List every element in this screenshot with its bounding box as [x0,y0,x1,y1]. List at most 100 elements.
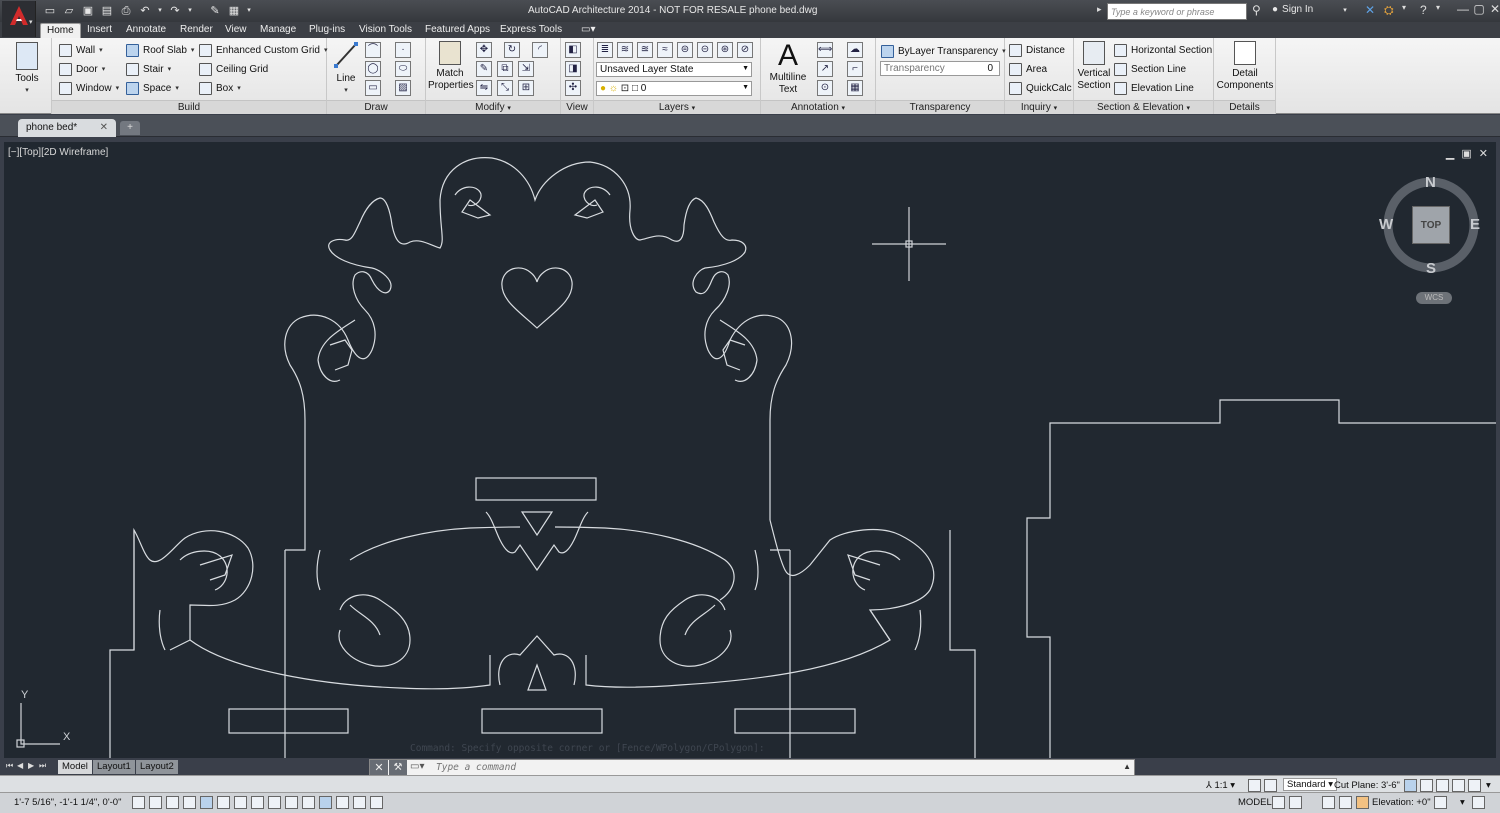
section-panel-title[interactable]: Section & Elevation ▾ [1074,100,1213,114]
build-panel-title[interactable]: Build [52,100,326,114]
quick-properties-icon[interactable] [336,796,349,809]
layers-panel-title[interactable]: Layers ▾ [594,100,760,114]
redo-icon[interactable]: ↷ [167,3,183,19]
close-icon[interactable]: ✕ [370,760,388,776]
scale-icon[interactable]: ⤡ [497,80,513,96]
quick-view-drawings-icon[interactable] [1289,796,1302,809]
viewcube-top-face[interactable]: TOP [1412,206,1450,244]
chevron-down-icon[interactable]: ▾ [1460,797,1465,808]
circle-icon[interactable]: ◯ [365,61,381,77]
search-input[interactable]: Type a keyword or phrase [1107,3,1247,20]
layer-off-icon[interactable]: ≋ [617,42,633,58]
tab-vision-tools[interactable]: Vision Tools [353,23,418,38]
annotation-scale[interactable]: ⅄ 1:1 ▾ [1206,780,1235,791]
infer-constraints-icon[interactable] [132,796,145,809]
box-button[interactable]: Box ▾ [199,80,241,96]
layer-previous-icon[interactable]: ⊘ [737,42,753,58]
compass-east[interactable]: E [1470,216,1480,233]
layout-tab-model[interactable]: Model [58,760,92,774]
isolate-objects-icon[interactable] [1468,779,1481,792]
view-cube-icon[interactable]: ◧ [565,42,581,58]
object-snap-tracking-icon[interactable] [251,796,264,809]
dynamic-input-icon[interactable] [285,796,298,809]
horizontal-section-button[interactable]: Horizontal Section [1114,42,1212,58]
details-panel-title[interactable]: Details [1214,100,1275,114]
wrench-icon[interactable]: ⚒ [389,760,407,776]
undo-icon[interactable]: ↶ [137,3,153,19]
workspace-icon[interactable]: ✎ [207,3,223,19]
layer-lock-icon[interactable]: ⊜ [677,42,693,58]
copy-icon[interactable]: ⧉ [497,61,513,77]
clean-screen-icon[interactable] [1472,796,1485,809]
elevation-line-button[interactable]: Elevation Line [1114,80,1194,96]
wcs-menu[interactable]: WCS [1416,292,1452,304]
next-layout-icon[interactable]: ▶ [28,761,36,773]
object-snap-icon[interactable] [217,796,230,809]
command-prompt-icon[interactable]: ▭▾ [410,761,424,772]
table-icon[interactable]: ▦ [847,80,863,96]
layout-tab-layout1[interactable]: Layout1 [93,760,135,774]
file-tab-phone-bed[interactable]: phone bed* ✕ [18,119,116,137]
lightbulb-icon[interactable] [1452,779,1465,792]
polar-tracking-icon[interactable] [200,796,213,809]
hatch-icon[interactable]: ▨ [395,80,411,96]
compass-west[interactable]: W [1379,216,1393,233]
dynamic-ucs-icon[interactable] [268,796,281,809]
customize-qat-icon[interactable]: ▾ [245,3,253,19]
restore-icon[interactable]: ▣ [1461,147,1471,160]
redo-dropdown-icon[interactable]: ▾ [186,3,194,19]
layer-state-select[interactable]: Unsaved Layer State ▼ [596,62,752,77]
modify-panel-title[interactable]: Modify ▾ [426,100,560,114]
surface-hatch-icon[interactable] [1404,779,1417,792]
annotation-monitor-icon[interactable] [370,796,383,809]
transparency-panel-title[interactable]: Transparency [876,100,1004,114]
roof-slab-button[interactable]: Roof Slab ▾ [126,42,194,58]
trim-icon[interactable]: ◜ [532,42,548,58]
annotation-panel-title[interactable]: Annotation ▾ [761,100,875,114]
tab-view[interactable]: View [219,23,253,38]
chevron-down-icon[interactable]: ▾ [1436,3,1440,12]
door-button[interactable]: Door ▾ [59,61,105,77]
match-properties-button[interactable]: Match Properties [428,41,474,92]
transparency-toggle-icon[interactable] [319,796,332,809]
area-button[interactable]: Area [1009,61,1047,77]
rectangle-icon[interactable]: ▭ [365,80,381,96]
snap-mode-icon[interactable] [149,796,162,809]
close-icon[interactable]: ✕ [1479,147,1488,160]
distance-button[interactable]: Distance [1009,42,1065,58]
tab-annotate[interactable]: Annotate [120,23,172,38]
command-input[interactable] [436,762,1116,773]
stair-button[interactable]: Stair ▾ [126,61,171,77]
application-menu-button[interactable]: ▾ [2,1,36,37]
tab-manage[interactable]: Manage [254,23,302,38]
new-tab-button[interactable]: + [120,121,140,135]
sign-in-button[interactable]: ● Sign In ▾ [1272,4,1347,15]
compass-south[interactable]: S [1426,260,1436,277]
detail-components-button[interactable]: Detail Components [1216,41,1274,92]
quick-view-layouts-icon[interactable] [1272,796,1285,809]
bylayer-transparency-select[interactable]: ByLayer Transparency ▾ [881,43,1006,59]
chevron-down-icon[interactable]: ▾ [1486,780,1491,791]
mirror-icon[interactable]: ⇋ [476,80,492,96]
inquiry-panel-title[interactable]: Inquiry ▾ [1005,100,1073,114]
layout-tab-layout2[interactable]: Layout2 [136,760,178,774]
elevation-readout[interactable]: Elevation: +0" [1372,797,1431,808]
grid-display-icon[interactable] [166,796,179,809]
first-layout-icon[interactable]: ⏮ [6,761,14,773]
workspace-switching-icon[interactable] [1322,796,1335,809]
minimize-icon[interactable]: ▁ [1446,147,1454,160]
cut-plane[interactable]: Cut Plane: 3'-6" [1334,780,1400,791]
section-line-button[interactable]: Section Line [1114,61,1186,77]
help-icon[interactable]: ? [1420,3,1427,17]
drawing-viewport[interactable]: [−][Top][2D Wireframe] ▁ ▣ ✕ Y X N S E W… [4,142,1496,758]
move-icon[interactable]: ✥ [476,42,492,58]
lock-ui-icon[interactable] [1339,796,1352,809]
layer-freeze-icon[interactable]: ≈ [657,42,673,58]
draw-panel-title[interactable]: Draw [327,100,425,114]
cursor-coordinates[interactable]: 1'-7 5/16", -1'-1 1/4", 0'-0" [14,797,121,808]
transparency-input[interactable]: Transparency 0 [880,61,1000,76]
expand-search-icon[interactable]: ▸ [1097,4,1102,15]
display-config-icon[interactable] [1436,779,1449,792]
tab-featured-apps[interactable]: Featured Apps [419,23,496,38]
tab-express-tools[interactable]: Express Tools [494,23,568,38]
